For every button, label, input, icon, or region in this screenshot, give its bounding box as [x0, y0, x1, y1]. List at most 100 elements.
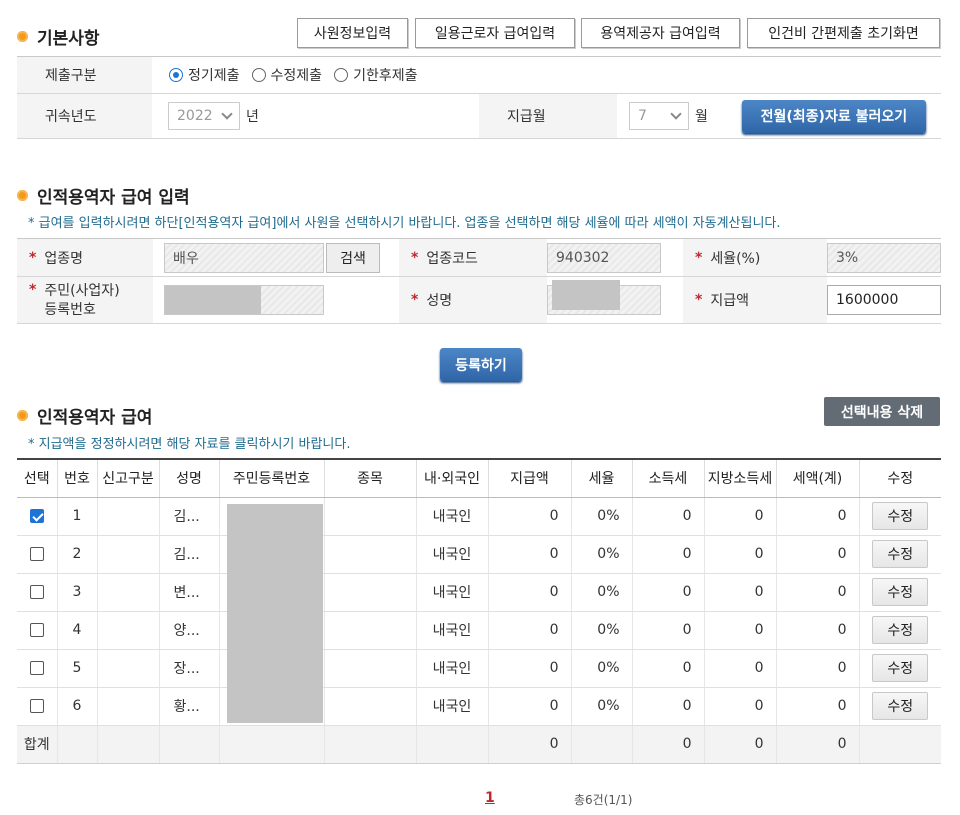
bullet-icon — [17, 190, 28, 201]
radio-regular[interactable] — [169, 68, 183, 82]
table-row[interactable]: 3 변... 내국인 0 0% 0 0 0 수정 — [17, 573, 941, 612]
row-select — [17, 535, 57, 574]
row-checkbox[interactable] — [29, 623, 44, 637]
name-label-text: 성명 — [426, 293, 453, 309]
amount-label-text: 지급액 — [710, 293, 749, 309]
daily-worker-pay-button[interactable]: 일용근로자 급여입력 — [415, 18, 575, 48]
table-row[interactable]: 1 김... 내국인 0 0% 0 0 0 수정 — [17, 497, 941, 536]
table-row[interactable]: 2 김... 내국인 0 0% 0 0 0 수정 — [17, 535, 941, 574]
row-name: 장... — [158, 649, 219, 688]
rate-label-text: 세율(%) — [710, 250, 761, 267]
row-nation: 내국인 — [415, 535, 488, 574]
row-local-tax: 0 — [703, 687, 776, 726]
edit-button[interactable]: 수정 — [872, 578, 929, 606]
pay-table: 선택 번호 신고구분 성명 주민등록번호 종목 내·외국인 지급액 세율 소득세… — [17, 458, 941, 764]
input-note: * 급여를 입력하시려면 하단[인적용역자 급여]에서 사원을 선택하시기 바랍… — [28, 216, 781, 231]
row-edit: 수정 — [858, 497, 941, 536]
table-row[interactable]: 5 장... 내국인 0 0% 0 0 0 수정 — [17, 649, 941, 688]
row-income-tax: 0 — [631, 649, 704, 688]
row-kind — [323, 687, 416, 726]
col-local-tax: 지방소득세 — [703, 458, 776, 498]
page-link-current[interactable]: 1 — [485, 790, 495, 806]
row-report-type — [96, 497, 159, 536]
row-rate: 0% — [570, 573, 632, 612]
row-amount: 0 — [487, 687, 571, 726]
row-nation: 내국인 — [415, 611, 488, 650]
name-field — [547, 280, 661, 315]
required-mark: * — [29, 282, 37, 298]
col-edit: 수정 — [858, 458, 941, 498]
submit-type-label: 제출구분 — [17, 57, 152, 93]
row-checkbox[interactable] — [29, 661, 44, 675]
service-provider-pay-button[interactable]: 용역제공자 급여입력 — [581, 18, 740, 48]
row-checkbox[interactable] — [29, 547, 44, 561]
delete-selected-button[interactable]: 선택내용 삭제 — [824, 397, 940, 426]
edit-button[interactable]: 수정 — [872, 540, 929, 568]
load-previous-button[interactable]: 전월(최종)자료 불러오기 — [741, 99, 926, 133]
list-section-title: 인적용역자 급여 — [17, 403, 152, 428]
table-row[interactable]: 4 양... 내국인 0 0% 0 0 0 수정 — [17, 611, 941, 650]
col-report-type: 신고구분 — [96, 458, 159, 498]
row-income-tax: 0 — [631, 611, 704, 650]
row-checkbox[interactable] — [29, 585, 44, 599]
edit-button[interactable]: 수정 — [872, 654, 929, 682]
month-select[interactable]: 7 — [629, 102, 689, 130]
row-income-tax: 0 — [631, 687, 704, 726]
input-form: * 업종명 배우 검색 * 업종코드 940302 * 세율(%) 3% * 주민(사… — [17, 238, 941, 324]
row-kind — [323, 573, 416, 612]
employee-info-button[interactable]: 사원정보입력 — [297, 18, 408, 48]
radio-amend[interactable] — [251, 68, 266, 82]
total-income-tax: 0 — [631, 725, 704, 764]
basic-form: 제출구분 정기제출 수정제출 기한후제출 귀속년도 2022 년 지급월 7 월… — [17, 56, 941, 139]
edit-button[interactable]: 수정 — [872, 502, 929, 530]
table-header: 선택 번호 신고구분 성명 주민등록번호 종목 내·외국인 지급액 세율 소득세… — [17, 458, 941, 498]
col-total-tax: 세액(계) — [775, 458, 859, 498]
row-no: 3 — [56, 573, 97, 612]
required-mark: * — [695, 249, 703, 266]
reset-home-button[interactable]: 인건비 간편제출 초기화면 — [747, 18, 940, 48]
row-amount: 0 — [487, 611, 571, 650]
row-report-type — [96, 611, 159, 650]
regno-label-line1: 주민(사업자) — [44, 283, 120, 299]
rate-label: * 세율(%) — [683, 239, 827, 276]
row-total-tax: 0 — [775, 611, 859, 650]
table-row[interactable]: 6 황... 내국인 0 0% 0 0 0 수정 — [17, 687, 941, 726]
col-name: 성명 — [158, 458, 219, 498]
year-select[interactable]: 2022 — [168, 102, 240, 130]
industry-field: 배우 — [164, 242, 324, 273]
row-edit: 수정 — [858, 573, 941, 612]
row-edit: 수정 — [858, 535, 941, 574]
row-kind — [323, 535, 416, 574]
row-nation: 내국인 — [415, 687, 488, 726]
row-no: 5 — [56, 649, 97, 688]
radio-regular-label: 정기제출 — [188, 68, 240, 84]
col-rate: 세율 — [570, 458, 632, 498]
radio-late[interactable] — [334, 68, 349, 82]
row-local-tax: 0 — [703, 611, 776, 650]
row-report-type — [96, 573, 159, 612]
row-local-tax: 0 — [703, 649, 776, 688]
row-checkbox[interactable] — [29, 509, 44, 523]
tax-rate-field: 3% — [827, 242, 941, 273]
row-income-tax: 0 — [631, 573, 704, 612]
row-no: 2 — [56, 535, 97, 574]
amount-input[interactable]: 1600000 — [827, 285, 941, 315]
col-amount: 지급액 — [487, 458, 571, 498]
row-nation: 내국인 — [415, 649, 488, 688]
row-kind — [323, 497, 416, 536]
register-button[interactable]: 등록하기 — [440, 348, 522, 381]
row-rate: 0% — [570, 649, 632, 688]
search-button[interactable]: 검색 — [326, 242, 380, 273]
edit-button[interactable]: 수정 — [872, 692, 929, 720]
row-total-tax: 0 — [775, 497, 859, 536]
submit-type-options: 정기제출 수정제출 기한후제출 — [152, 57, 417, 93]
regno-field — [164, 285, 324, 315]
row-checkbox[interactable] — [29, 699, 44, 713]
list-note: * 지급액을 정정하시려면 해당 자료를 클릭하시기 바랍니다. — [28, 437, 351, 452]
edit-button[interactable]: 수정 — [872, 616, 929, 644]
required-mark: * — [29, 249, 37, 266]
col-select: 선택 — [17, 458, 57, 498]
row-edit: 수정 — [858, 687, 941, 726]
code-label: * 업종코드 — [399, 239, 547, 276]
row-local-tax: 0 — [703, 573, 776, 612]
